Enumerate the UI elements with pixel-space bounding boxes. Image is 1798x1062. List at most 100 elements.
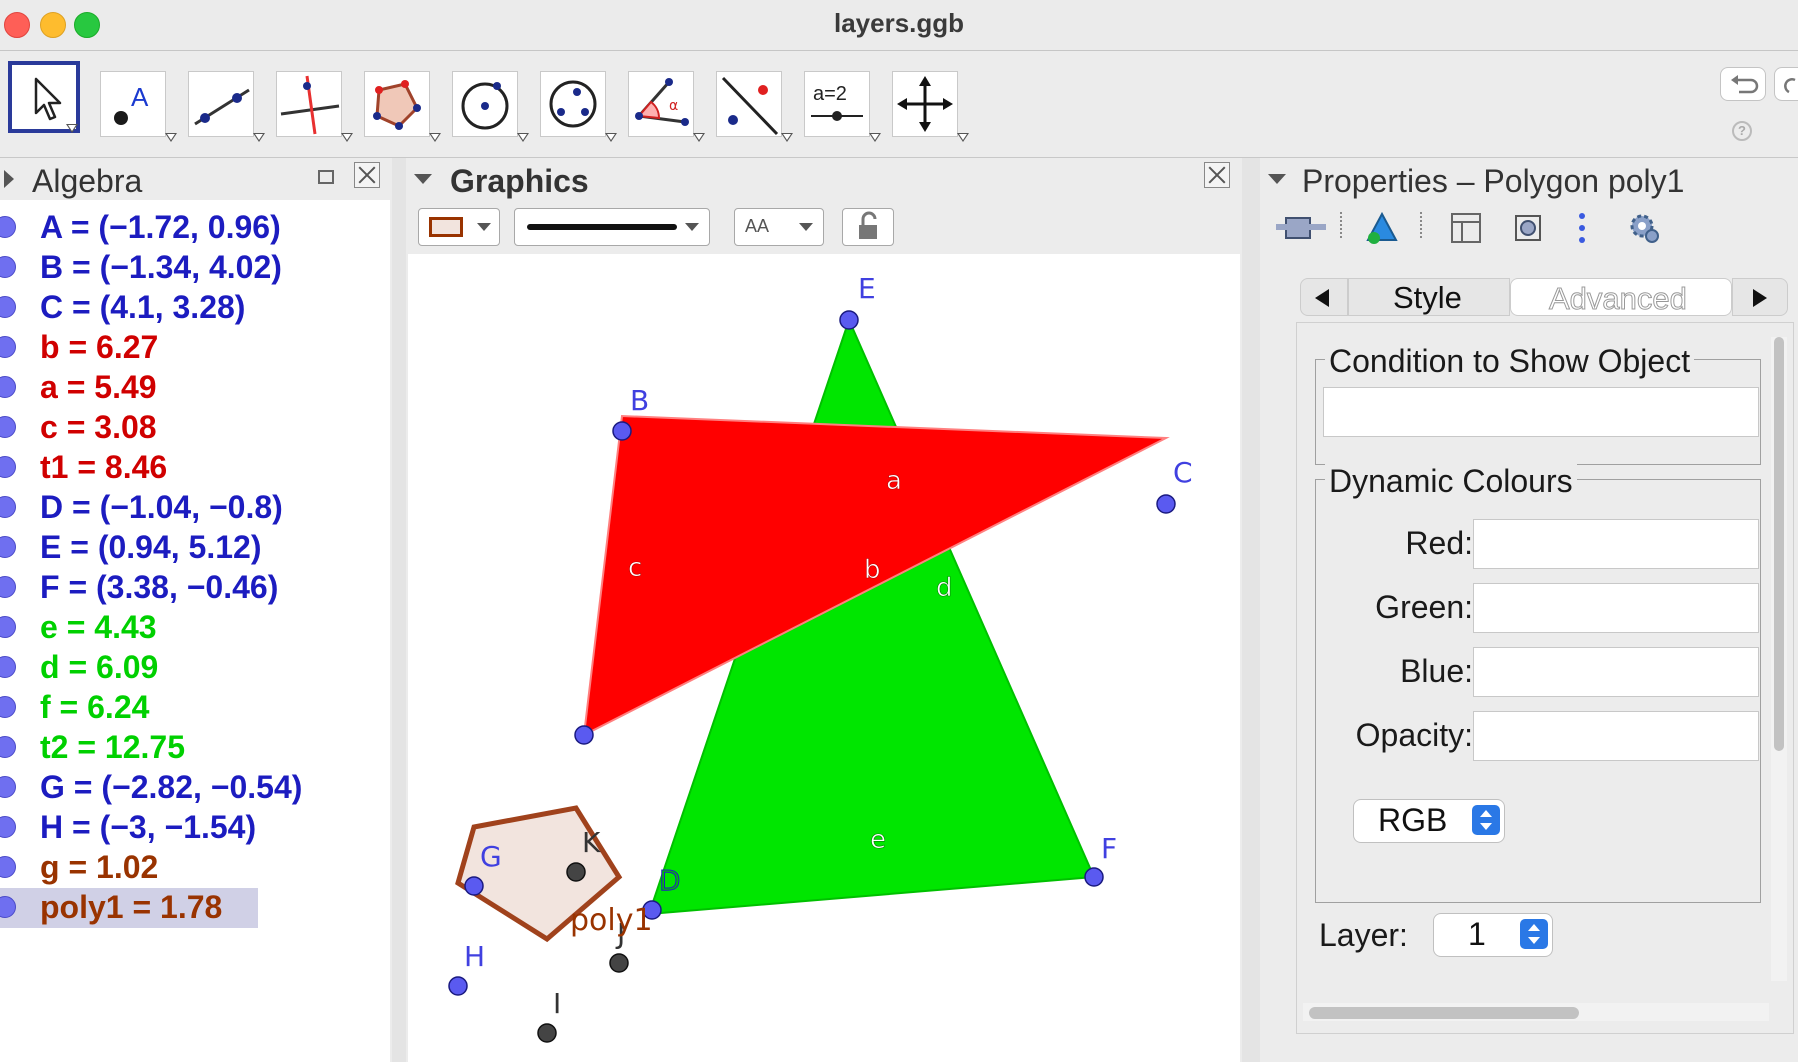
defaults-icon[interactable] (1508, 208, 1548, 248)
move-graphics-tool-button[interactable] (892, 71, 969, 142)
basic-settings-icon[interactable] (1362, 208, 1402, 248)
reflect-tool-button[interactable] (716, 71, 793, 142)
line-tool-button[interactable] (188, 71, 265, 142)
point-B[interactable] (612, 421, 632, 441)
circle-tool-button[interactable] (452, 71, 529, 142)
point-E[interactable] (839, 310, 859, 330)
line-style-button[interactable] (514, 208, 710, 246)
visibility-toggle-icon[interactable] (0, 776, 16, 798)
point-tool-button[interactable]: A (100, 71, 177, 142)
algebra-item-text: H = (−3, −1.54) (40, 809, 257, 845)
point-I[interactable] (537, 1023, 557, 1043)
vertical-scrollbar[interactable] (1771, 337, 1787, 981)
visibility-toggle-icon[interactable] (0, 696, 16, 718)
graphics-settings-icon[interactable] (1272, 208, 1332, 248)
visibility-toggle-icon[interactable] (0, 456, 16, 478)
opacity-input[interactable] (1473, 711, 1759, 761)
visibility-toggle-icon[interactable] (0, 256, 16, 278)
vertical-scrollbar-thumb[interactable] (1774, 337, 1784, 751)
algebra-item[interactable]: b = 6.27 (0, 328, 390, 366)
algebra-item[interactable]: poly1 = 1.78 (0, 888, 390, 928)
green-input[interactable] (1473, 583, 1759, 633)
properties-header: Properties – Polygon poly1 (1262, 158, 1798, 200)
visibility-toggle-icon[interactable] (0, 816, 16, 838)
algebra-item[interactable]: e = 4.43 (0, 608, 390, 646)
point-F[interactable] (1084, 867, 1104, 887)
algebra-item[interactable]: d = 6.09 (0, 648, 390, 686)
visibility-toggle-icon[interactable] (0, 496, 16, 518)
visibility-toggle-icon[interactable] (0, 376, 16, 398)
point-C[interactable] (1156, 494, 1176, 514)
point-H[interactable] (448, 976, 468, 996)
tab-scroll-left-button[interactable] (1300, 278, 1348, 316)
algebra-item[interactable]: H = (−3, −1.54) (0, 808, 390, 846)
graphics-close-button[interactable] (1204, 162, 1230, 188)
point-J[interactable] (609, 953, 629, 973)
tab-style[interactable]: Style (1348, 278, 1510, 316)
label-D: D (659, 864, 681, 897)
conic-tool-button[interactable] (540, 71, 617, 142)
visibility-toggle-icon[interactable] (0, 536, 16, 558)
color-button[interactable] (418, 208, 500, 246)
algebra-item[interactable]: G = (−2.82, −0.54) (0, 768, 390, 806)
horizontal-scrollbar-thumb[interactable] (1309, 1007, 1579, 1019)
point-K[interactable] (566, 862, 586, 882)
more-options-icon[interactable] (1572, 208, 1592, 248)
algebra-item[interactable]: D = (−1.04, −0.8) (0, 488, 390, 526)
color-model-select[interactable]: RGB (1353, 799, 1505, 843)
tab-scroll-right-button[interactable] (1732, 278, 1788, 316)
point-G[interactable] (464, 876, 484, 896)
undo-button[interactable] (1720, 67, 1766, 101)
algebra-item[interactable]: a = 5.49 (0, 368, 390, 406)
algebra-item[interactable]: g = 1.02 (0, 848, 390, 886)
algebra-close-button[interactable] (354, 162, 380, 188)
properties-title: Properties – Polygon poly1 (1302, 163, 1685, 199)
layout-icon[interactable] (1446, 208, 1486, 248)
algebra-item[interactable]: c = 3.08 (0, 408, 390, 446)
algebra-item[interactable]: C = (4.1, 3.28) (0, 288, 390, 326)
undock-icon[interactable] (318, 170, 334, 184)
slider-tool-button[interactable]: a=2 (804, 71, 881, 142)
condition-input[interactable] (1323, 387, 1759, 437)
algebra-item[interactable]: t1 = 8.46 (0, 448, 390, 486)
algebra-item[interactable]: t2 = 12.75 (0, 728, 390, 766)
visibility-toggle-icon[interactable] (0, 296, 16, 318)
angle-tool-button[interactable]: α (628, 71, 705, 142)
algebra-header: Algebra (0, 158, 390, 200)
redo-button[interactable] (1774, 67, 1798, 101)
algebra-collapse-arrow-icon[interactable] (4, 170, 14, 188)
visibility-toggle-icon[interactable] (0, 336, 16, 358)
visibility-toggle-icon[interactable] (0, 656, 16, 678)
layer-select[interactable]: 1 (1433, 913, 1553, 957)
algebra-item[interactable]: A = (−1.72, 0.96) (0, 208, 390, 246)
algebra-item[interactable]: B = (−1.34, 4.02) (0, 248, 390, 286)
move-tool-button[interactable] (8, 61, 80, 133)
text-size-button[interactable]: AA (734, 208, 824, 246)
tab-advanced[interactable]: Advanced (1510, 278, 1732, 317)
algebra-item[interactable]: f = 6.24 (0, 688, 390, 726)
properties-collapse-arrow-icon[interactable] (1268, 174, 1286, 184)
advanced-gear-icon[interactable] (1624, 208, 1664, 248)
visibility-toggle-icon[interactable] (0, 856, 16, 878)
visibility-toggle-icon[interactable] (0, 216, 16, 238)
graphics-canvas[interactable]: a c b d e E B C F D G K H J I poly1 (408, 254, 1240, 1062)
visibility-toggle-icon[interactable] (0, 736, 16, 758)
divider-right[interactable] (1242, 158, 1260, 1062)
lock-button[interactable] (842, 208, 894, 246)
visibility-toggle-icon[interactable] (0, 576, 16, 598)
algebra-item-text: D = (−1.04, −0.8) (40, 489, 283, 525)
visibility-toggle-icon[interactable] (0, 416, 16, 438)
algebra-item[interactable]: E = (0.94, 5.12) (0, 528, 390, 566)
visibility-toggle-icon[interactable] (0, 616, 16, 638)
horizontal-scrollbar[interactable] (1303, 1003, 1769, 1021)
slider-tool-label: a=2 (813, 83, 847, 105)
perpendicular-tool-button[interactable] (276, 71, 353, 142)
point-A[interactable] (574, 725, 594, 745)
graphics-collapse-arrow-icon[interactable] (414, 174, 432, 184)
polygon-tool-button[interactable] (364, 71, 441, 142)
help-icon[interactable]: ? (1732, 121, 1752, 141)
red-input[interactable] (1473, 519, 1759, 569)
divider-left[interactable] (392, 158, 406, 1062)
blue-input[interactable] (1473, 647, 1759, 697)
algebra-item[interactable]: F = (3.38, −0.46) (0, 568, 390, 606)
